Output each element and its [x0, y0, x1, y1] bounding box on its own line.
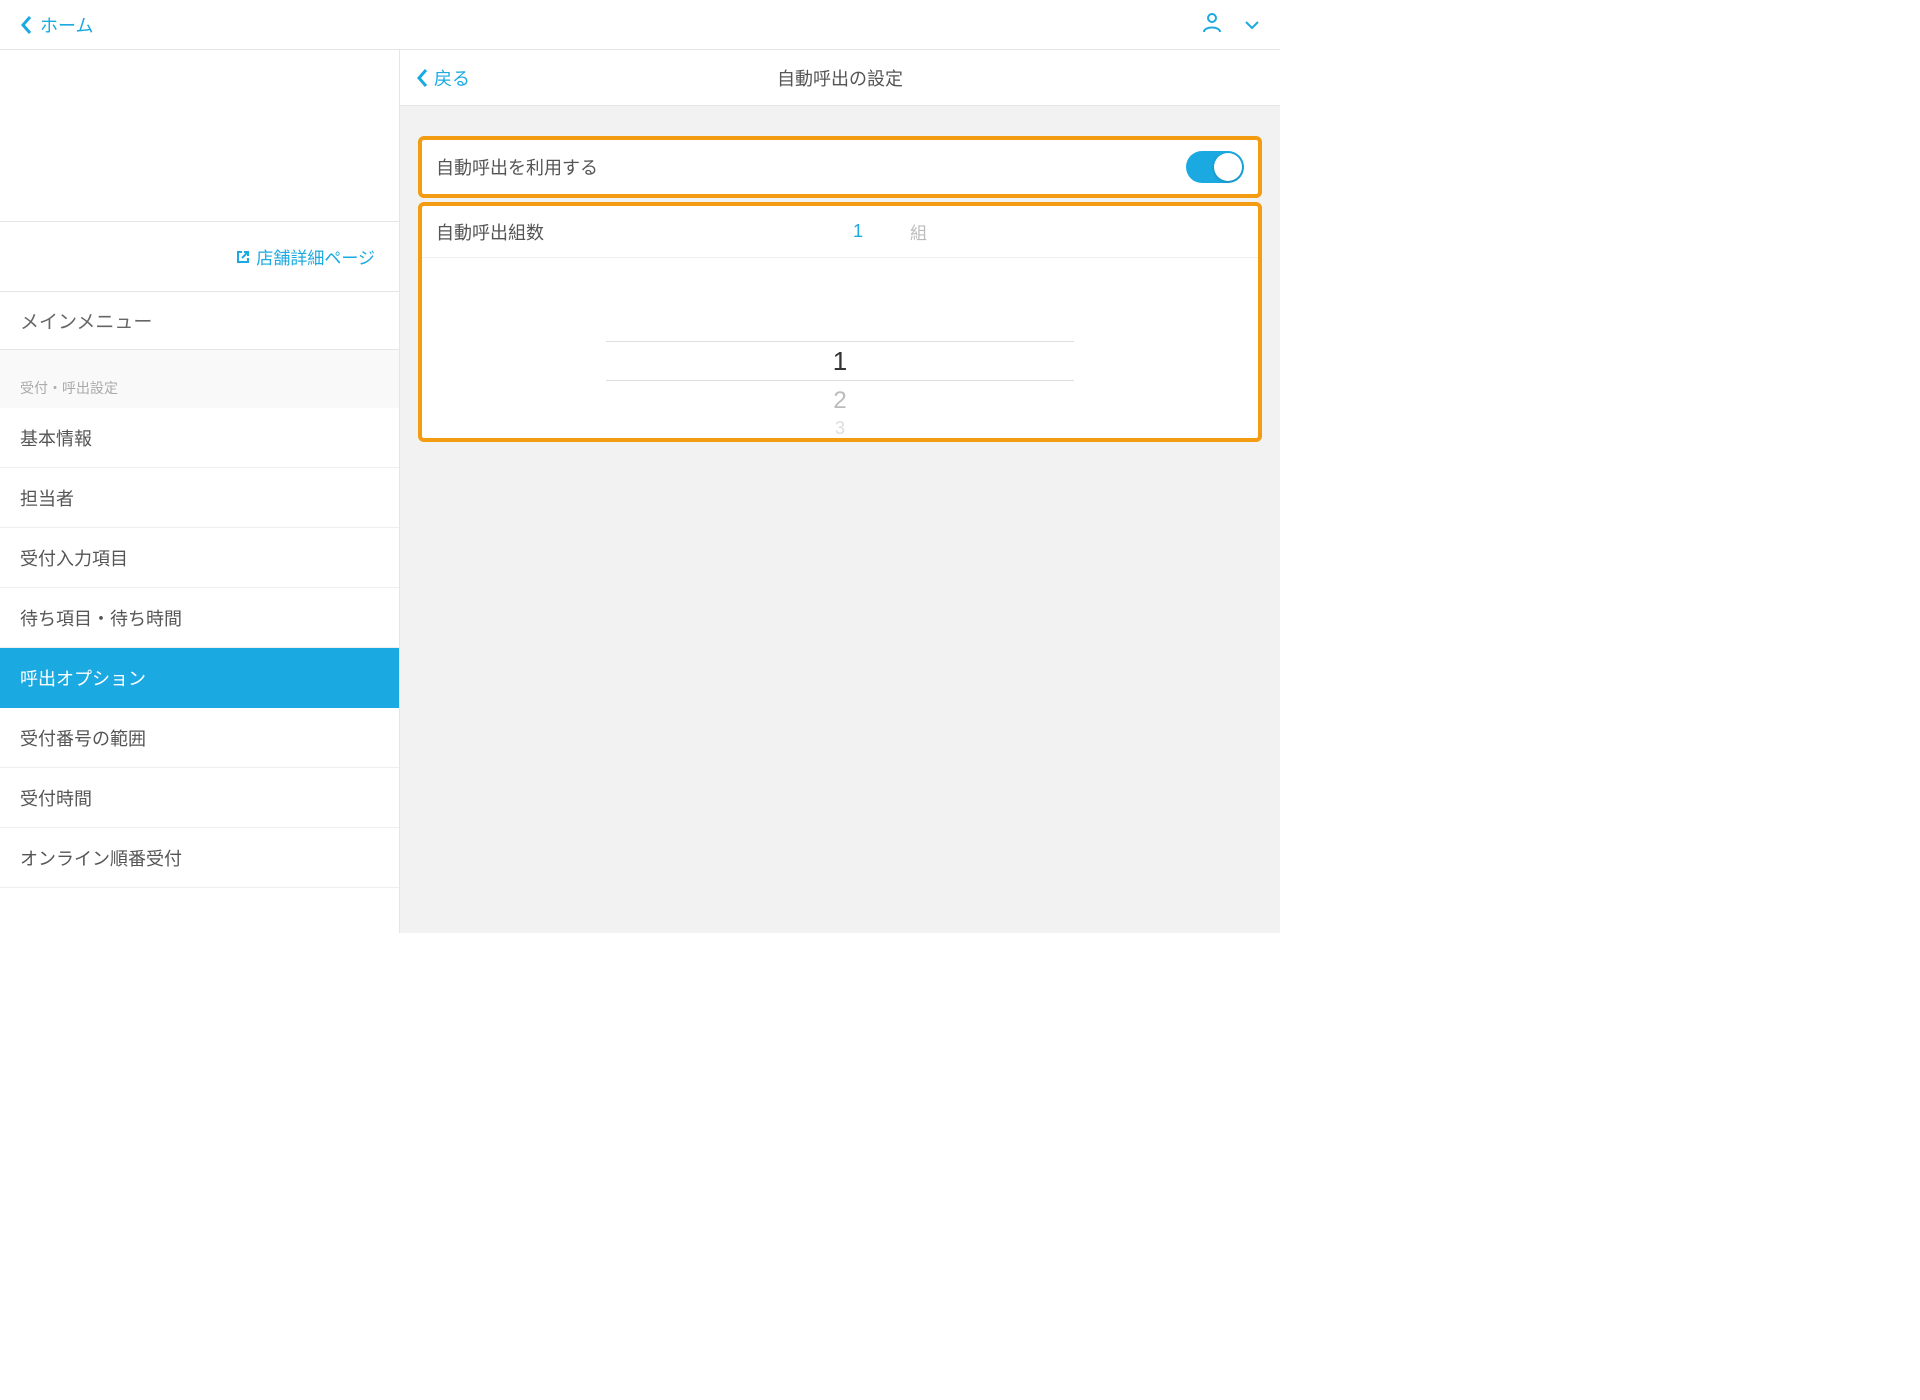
- auto-call-count-box: 自動呼出組数 1 組 1 2 3: [418, 202, 1262, 442]
- auto-call-count-row[interactable]: 自動呼出組数 1 組: [422, 206, 1258, 258]
- sidebar-item-label: 呼出オプション: [20, 665, 146, 691]
- sidebar-item-label: オンライン順番受付: [20, 845, 182, 871]
- chevron-left-icon: [20, 15, 34, 35]
- auto-call-count-value: 1: [826, 221, 890, 242]
- picker-selection-band: [606, 341, 1074, 381]
- auto-call-count-label: 自動呼出組数: [436, 219, 806, 245]
- back-button[interactable]: 戻る: [416, 65, 470, 91]
- page-title: 自動呼出の設定: [777, 65, 903, 91]
- sidebar-item-number-range[interactable]: 受付番号の範囲: [0, 708, 399, 768]
- sidebar-item-basic-info[interactable]: 基本情報: [0, 408, 399, 468]
- content-header: 戻る 自動呼出の設定: [400, 50, 1280, 106]
- sidebar-item-label: 受付時間: [20, 785, 92, 811]
- store-detail-label: 店舗詳細ページ: [256, 244, 375, 269]
- auto-call-toggle-box: 自動呼出を利用する: [418, 136, 1262, 198]
- sidebar-item-label: 担当者: [20, 485, 74, 511]
- auto-call-toggle[interactable]: [1186, 151, 1244, 183]
- home-label: ホーム: [40, 12, 93, 38]
- sidebar-item-input-fields[interactable]: 受付入力項目: [0, 528, 399, 588]
- sidebar-item-staff[interactable]: 担当者: [0, 468, 399, 528]
- sidebar-item-label: 基本情報: [20, 425, 92, 451]
- sidebar-top-spacer: [0, 50, 399, 222]
- sidebar-group-label: 受付・呼出設定: [0, 350, 399, 408]
- number-picker[interactable]: 1 2 3: [606, 341, 1074, 436]
- auto-call-toggle-label: 自動呼出を利用する: [436, 154, 598, 180]
- sidebar-item-online-reception[interactable]: オンライン順番受付: [0, 828, 399, 888]
- sidebar-item-label: 受付番号の範囲: [20, 725, 146, 751]
- main-menu-label: メインメニュー: [20, 307, 152, 334]
- content-area: 戻る 自動呼出の設定 自動呼出を利用する 自動呼出組数 1: [400, 50, 1280, 933]
- store-detail-link[interactable]: 店舗詳細ページ: [0, 222, 399, 292]
- number-picker-area: 1 2 3: [422, 258, 1258, 438]
- chevron-down-icon[interactable]: [1244, 20, 1260, 30]
- sidebar: 店舗詳細ページ メインメニュー 受付・呼出設定 基本情報 担当者 受付入力項目 …: [0, 50, 400, 933]
- auto-call-count-unit: 組: [910, 219, 927, 244]
- main-menu-header[interactable]: メインメニュー: [0, 292, 399, 350]
- sidebar-item-label: 受付入力項目: [20, 545, 128, 571]
- back-label: 戻る: [434, 65, 470, 91]
- picker-item-next: 2: [606, 381, 1074, 421]
- toggle-knob: [1214, 153, 1242, 181]
- sidebar-item-wait-items[interactable]: 待ち項目・待ち時間: [0, 588, 399, 648]
- top-header: ホーム: [0, 0, 1280, 50]
- auto-call-toggle-row: 自動呼出を利用する: [422, 140, 1258, 194]
- picker-item-faded: 3: [606, 421, 1074, 436]
- user-icon[interactable]: [1200, 10, 1224, 39]
- home-back-link[interactable]: ホーム: [20, 12, 93, 38]
- external-link-icon: [236, 250, 250, 264]
- chevron-left-icon: [416, 68, 430, 88]
- sidebar-item-reception-time[interactable]: 受付時間: [0, 768, 399, 828]
- sidebar-item-call-options[interactable]: 呼出オプション: [0, 648, 399, 708]
- sidebar-item-label: 待ち項目・待ち時間: [20, 605, 182, 631]
